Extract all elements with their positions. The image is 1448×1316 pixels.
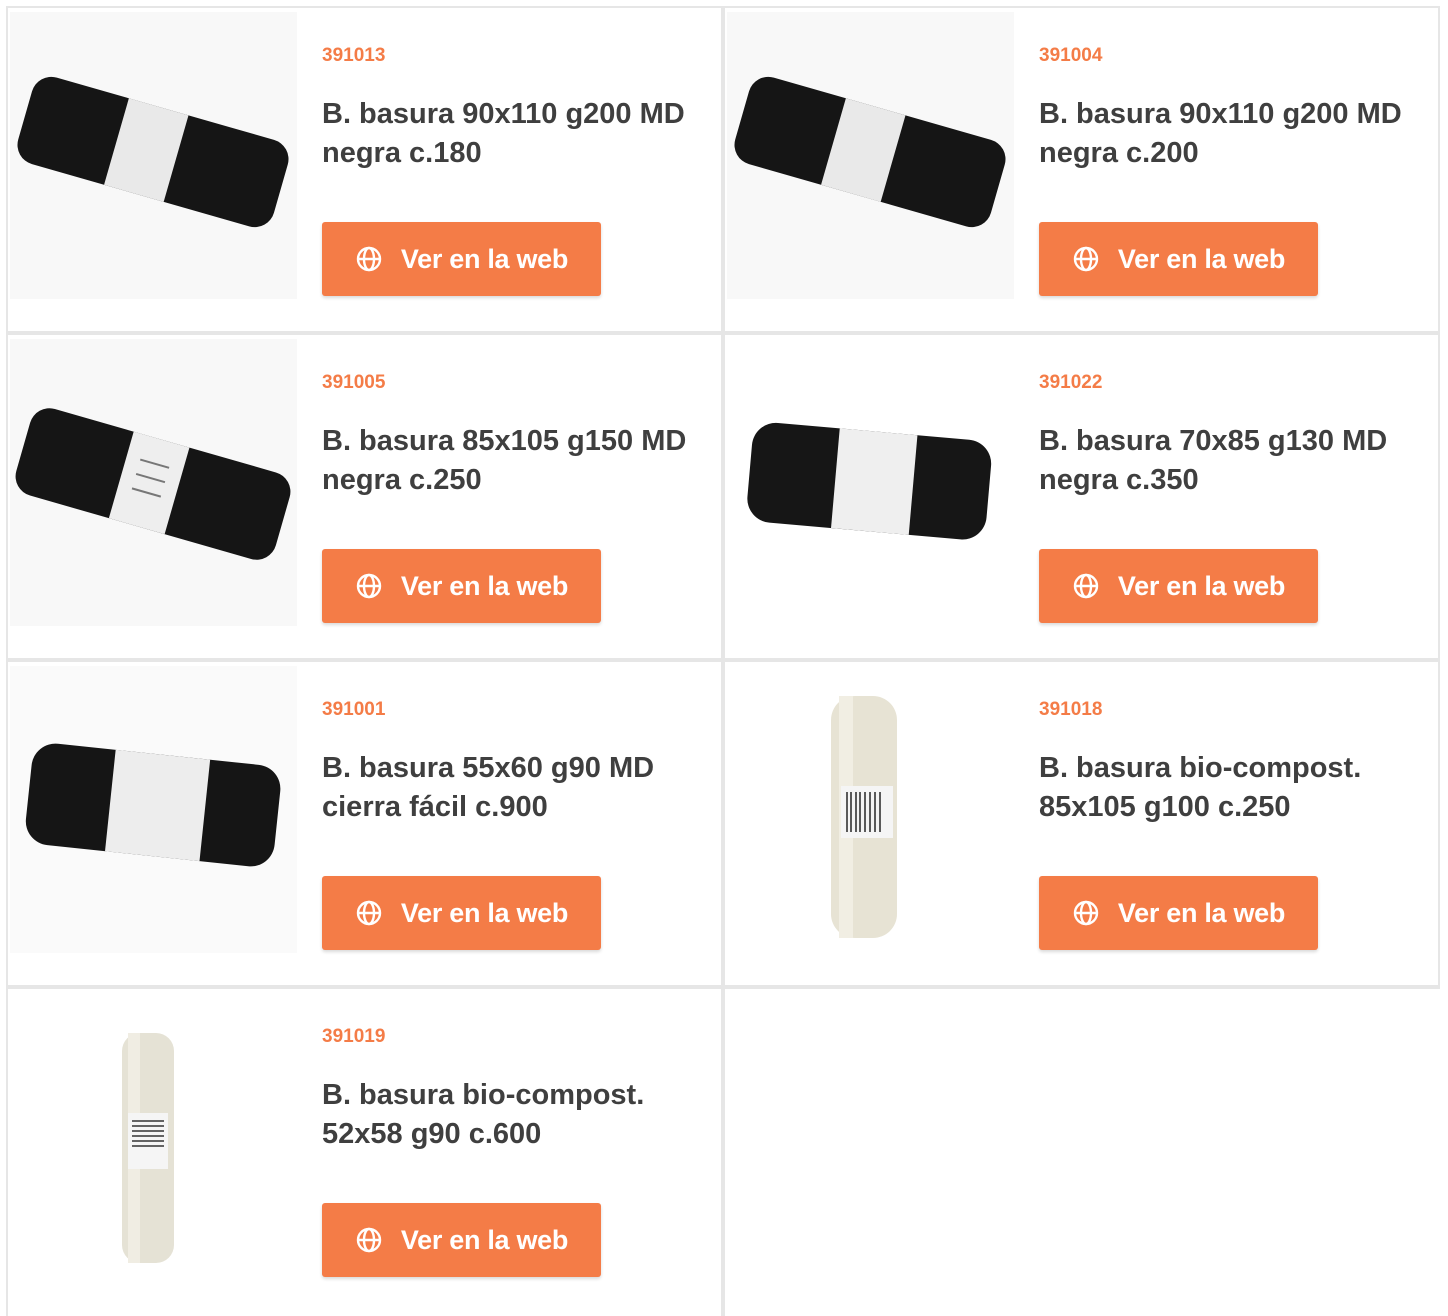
product-code: 391022 <box>1039 372 1103 393</box>
black-bag-roll-icon <box>10 666 297 953</box>
button-label: Ver en la web <box>400 243 569 274</box>
product-card: 391001 B. basura 55x60 g90 MD cierra fác… <box>6 660 723 987</box>
product-title[interactable]: B. basura 85x105 g150 MD negra c.250 <box>322 422 692 500</box>
product-card: 391005 B. basura 85x105 g150 MD negra c.… <box>6 333 723 660</box>
product-title[interactable]: B. basura 90x110 g200 MD negra c.180 <box>322 95 692 173</box>
product-card: 391004 B. basura 90x110 g200 MD negra c.… <box>723 6 1440 333</box>
product-title[interactable]: B. basura 55x60 g90 MD cierra fácil c.90… <box>322 749 692 827</box>
product-image[interactable] <box>10 339 297 626</box>
view-on-web-button[interactable]: Ver en la web <box>322 876 601 950</box>
black-bag-roll-icon <box>727 12 1014 299</box>
view-on-web-button[interactable]: Ver en la web <box>1039 876 1318 950</box>
product-title[interactable]: B. basura 70x85 g130 MD negra c.350 <box>1039 422 1409 500</box>
globe-icon <box>1073 246 1099 272</box>
product-code: 391019 <box>322 1026 386 1047</box>
product-code: 391004 <box>1039 45 1103 66</box>
globe-icon <box>356 246 382 272</box>
button-label: Ver en la web <box>1117 897 1286 928</box>
black-bag-roll-icon <box>727 339 1014 626</box>
product-card: 391019 B. basura bio-compost. 52x58 g90 … <box>6 987 723 1316</box>
globe-icon <box>356 1227 382 1253</box>
product-code: 391018 <box>1039 699 1103 720</box>
button-label: Ver en la web <box>400 570 569 601</box>
view-on-web-button[interactable]: Ver en la web <box>322 222 601 296</box>
globe-icon <box>1073 900 1099 926</box>
compost-bag-roll-icon <box>727 666 1014 953</box>
product-code: 391005 <box>322 372 386 393</box>
view-on-web-button[interactable]: Ver en la web <box>1039 222 1318 296</box>
button-label: Ver en la web <box>1117 570 1286 601</box>
product-title[interactable]: B. basura bio-compost. 85x105 g100 c.250 <box>1039 749 1409 827</box>
empty-cell <box>723 987 1440 1316</box>
black-bag-roll-icon <box>10 339 297 626</box>
globe-icon <box>1073 573 1099 599</box>
view-on-web-button[interactable]: Ver en la web <box>1039 549 1318 623</box>
compost-bag-roll-icon <box>10 993 297 1280</box>
product-card: 391013 B. basura 90x110 g200 MD negra c.… <box>6 6 723 333</box>
black-bag-roll-icon <box>10 12 297 299</box>
product-title[interactable]: B. basura bio-compost. 52x58 g90 c.600 <box>322 1076 692 1154</box>
globe-icon <box>356 900 382 926</box>
product-card: 391022 B. basura 70x85 g130 MD negra c.3… <box>723 333 1440 660</box>
button-label: Ver en la web <box>400 1224 569 1255</box>
product-title[interactable]: B. basura 90x110 g200 MD negra c.200 <box>1039 95 1409 173</box>
globe-icon <box>356 573 382 599</box>
product-image[interactable] <box>10 993 297 1280</box>
product-image[interactable] <box>10 666 297 953</box>
product-card: 391018 B. basura bio-compost. 85x105 g10… <box>723 660 1440 987</box>
product-code: 391001 <box>322 699 386 720</box>
product-image[interactable] <box>727 339 1014 626</box>
product-image[interactable] <box>10 12 297 299</box>
button-label: Ver en la web <box>400 897 569 928</box>
button-label: Ver en la web <box>1117 243 1286 274</box>
view-on-web-button[interactable]: Ver en la web <box>322 1203 601 1277</box>
product-image[interactable] <box>727 666 1014 953</box>
product-image[interactable] <box>727 12 1014 299</box>
product-code: 391013 <box>322 45 386 66</box>
view-on-web-button[interactable]: Ver en la web <box>322 549 601 623</box>
